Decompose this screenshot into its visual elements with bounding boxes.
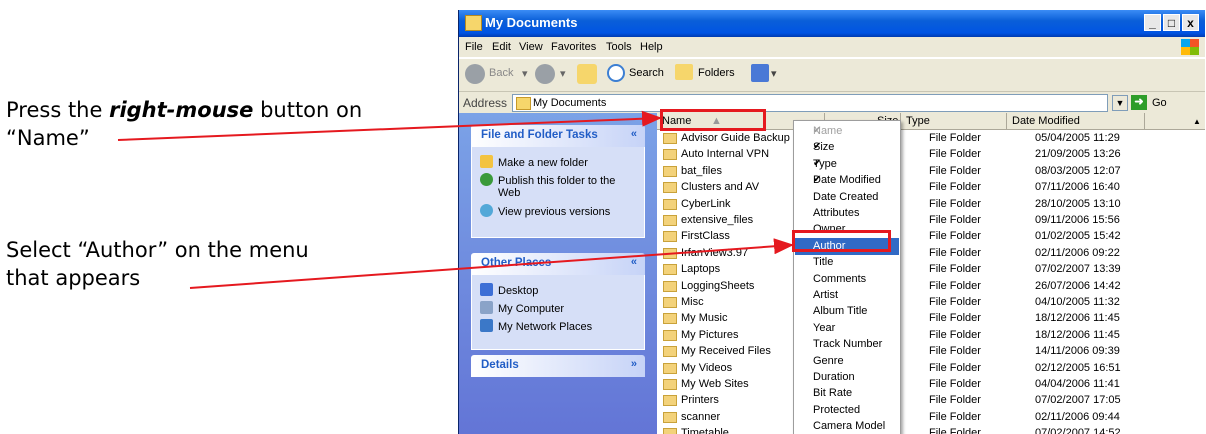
annotation-arrows	[117, 110, 794, 289]
arrow-to-name	[117, 110, 662, 141]
arrow-to-author	[189, 238, 794, 289]
